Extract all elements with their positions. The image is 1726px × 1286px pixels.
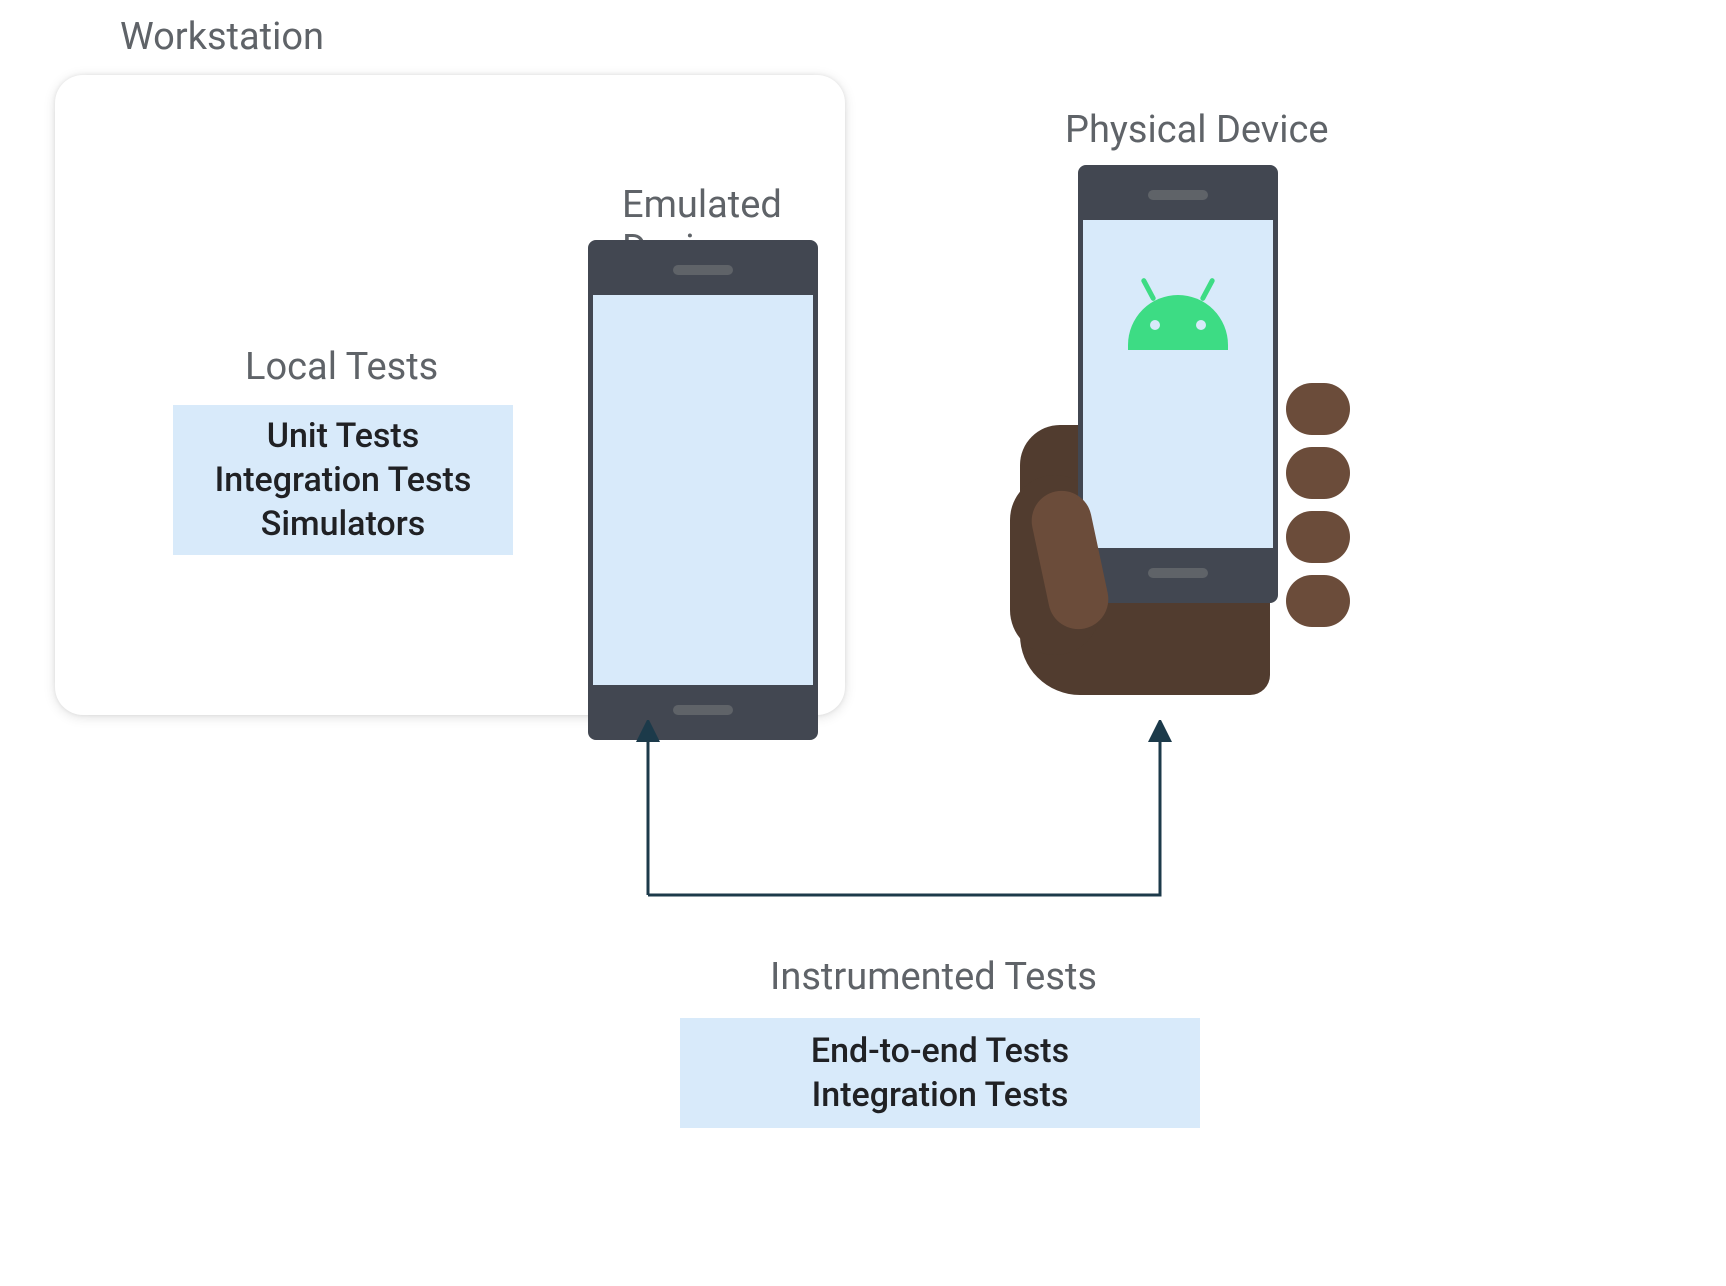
workstation-label: Workstation bbox=[120, 15, 324, 59]
local-tests-box: Unit Tests Integration Tests Simulators bbox=[173, 405, 513, 555]
local-tests-integration: Integration Tests bbox=[215, 460, 472, 500]
connector-arrows-icon bbox=[630, 720, 1210, 920]
local-tests-unit: Unit Tests bbox=[267, 416, 420, 456]
instrumented-tests-box: End-to-end Tests Integration Tests bbox=[680, 1018, 1200, 1128]
instrumented-tests-integration: Integration Tests bbox=[812, 1075, 1069, 1115]
instrumented-tests-e2e: End-to-end Tests bbox=[811, 1031, 1069, 1071]
physical-device-icon bbox=[1010, 165, 1350, 695]
android-logo-icon bbox=[1128, 295, 1228, 350]
local-tests-simulators: Simulators bbox=[261, 504, 426, 544]
emulated-device-icon bbox=[588, 240, 818, 740]
instrumented-tests-label: Instrumented Tests bbox=[770, 955, 1097, 999]
workstation-container: Local Tests Unit Tests Integration Tests… bbox=[55, 75, 845, 715]
local-tests-label: Local Tests bbox=[245, 345, 438, 389]
physical-device-label: Physical Device bbox=[1065, 108, 1329, 152]
